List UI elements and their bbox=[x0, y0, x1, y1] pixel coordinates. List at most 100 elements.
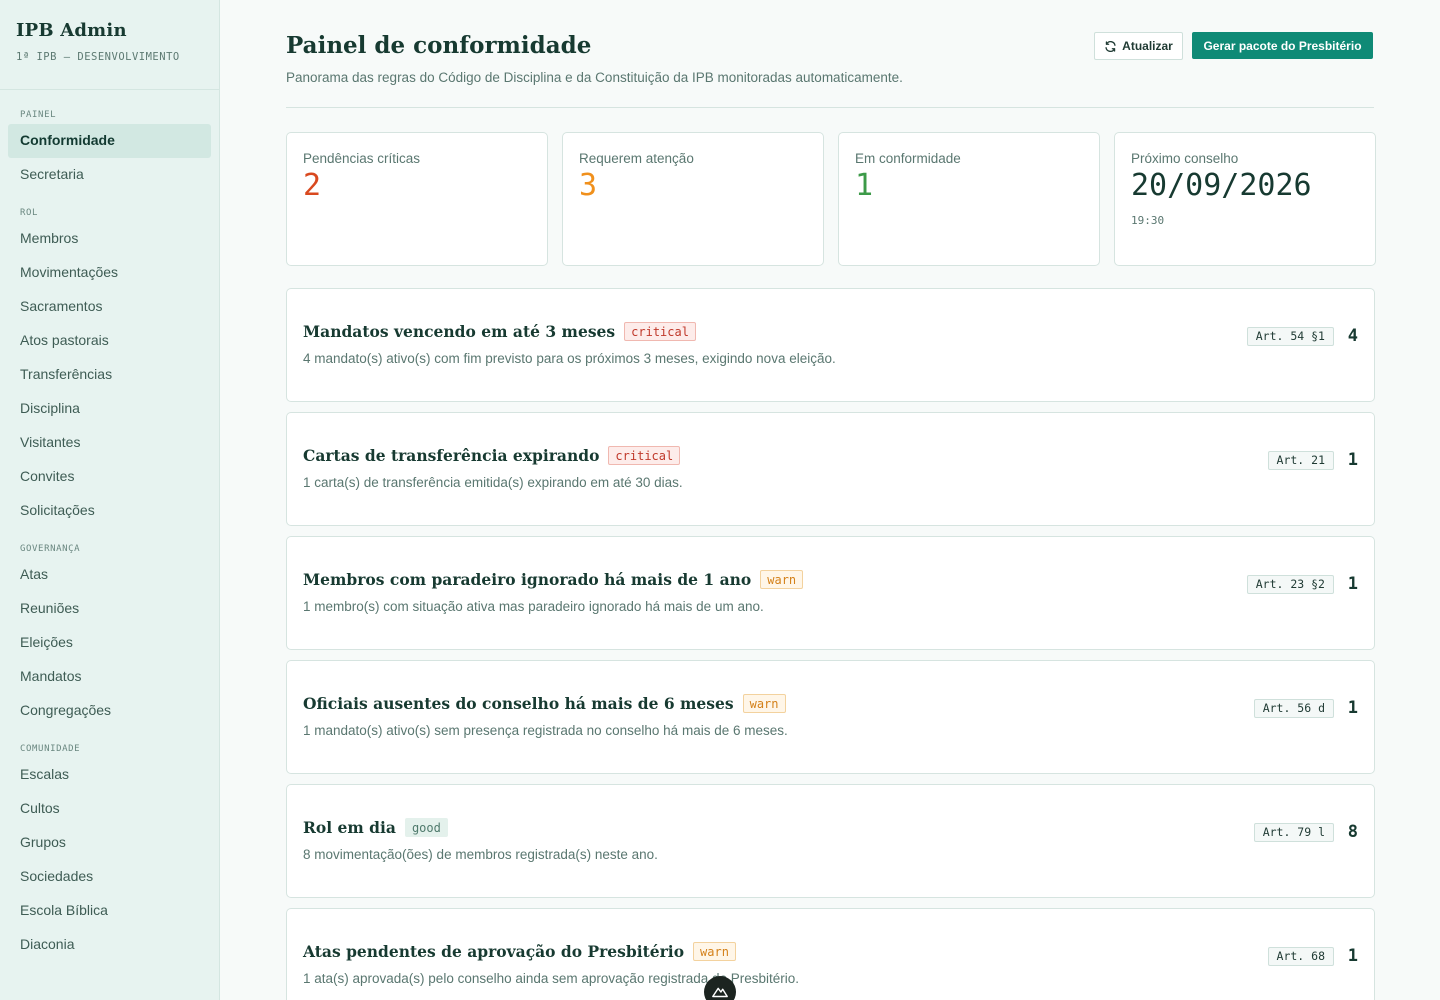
brand-title: IPB Admin bbox=[16, 20, 127, 41]
sidebar-item[interactable]: Sociedades bbox=[8, 860, 211, 894]
rule-title: Rol em dia bbox=[303, 818, 396, 837]
rule-title: Oficiais ausentes do conselho há mais de… bbox=[303, 694, 734, 713]
article-tag: Art. 23 §2 bbox=[1246, 574, 1334, 594]
sidebar-item[interactable]: Eleições bbox=[8, 626, 211, 660]
sidebar-item[interactable]: Mandatos bbox=[8, 660, 211, 694]
rule-title: Membros com paradeiro ignorado há mais d… bbox=[303, 570, 752, 589]
devtools-toggle-button[interactable] bbox=[704, 976, 736, 1000]
rule-title-row: Mandatos vencendo em até 3 meses critica… bbox=[303, 322, 696, 341]
rule-meta: Art. 68 1 bbox=[1267, 946, 1358, 966]
mountain-logo-icon bbox=[712, 987, 728, 998]
article-tag: Art. 79 l bbox=[1253, 822, 1334, 842]
brand: IPB Admin 1ª IPB — DESENVOLVIMENTO bbox=[0, 0, 219, 90]
stat-label: Pendências críticas bbox=[303, 151, 421, 166]
rule-description: 4 mandato(s) ativo(s) com fim previsto p… bbox=[303, 351, 836, 366]
rule-meta: Art. 79 l 8 bbox=[1253, 822, 1358, 842]
next-council-date: 20/09/2026 bbox=[1131, 168, 1312, 203]
sidebar-item[interactable]: Diaconia bbox=[8, 928, 211, 962]
rule-description: 8 movimentação(ões) de membros registrad… bbox=[303, 847, 658, 862]
rule-count: 1 bbox=[1347, 450, 1358, 470]
stat-critical: Pendências críticas 2 bbox=[286, 132, 548, 266]
stat-label: Próximo conselho bbox=[1131, 151, 1239, 166]
rule-count: 1 bbox=[1347, 698, 1358, 718]
rule-card[interactable]: Membros com paradeiro ignorado há mais d… bbox=[286, 536, 1375, 650]
rule-card[interactable]: Oficiais ausentes do conselho há mais de… bbox=[286, 660, 1375, 774]
rule-meta: Art. 56 d 1 bbox=[1253, 698, 1358, 718]
stat-attention: Requerem atenção 3 bbox=[562, 132, 824, 266]
rule-meta: Art. 54 §1 4 bbox=[1246, 326, 1358, 346]
sidebar: IPB Admin 1ª IPB — DESENVOLVIMENTO PAINE… bbox=[0, 0, 220, 1000]
severity-badge: warn bbox=[760, 570, 804, 589]
main-content: Painel de conformidade Panorama das regr… bbox=[286, 0, 1376, 1000]
severity-badge: critical bbox=[624, 322, 696, 341]
sidebar-item[interactable]: Congregações bbox=[8, 694, 211, 728]
sidebar-item[interactable]: Cultos bbox=[8, 792, 211, 826]
rule-count: 4 bbox=[1347, 326, 1358, 346]
sidebar-item[interactable]: Conformidade bbox=[8, 124, 211, 158]
rule-count: 1 bbox=[1347, 574, 1358, 594]
page-title: Painel de conformidade bbox=[286, 32, 592, 59]
refresh-icon bbox=[1105, 40, 1116, 52]
page-description: Panorama das regras do Código de Discipl… bbox=[286, 70, 903, 85]
refresh-button[interactable]: Atualizar bbox=[1094, 32, 1183, 60]
rule-description: 1 membro(s) com situação ativa mas parad… bbox=[303, 599, 764, 614]
rule-description: 1 mandato(s) ativo(s) sem presença regis… bbox=[303, 723, 788, 738]
stat-next-council: Próximo conselho 20/09/2026 19:30 bbox=[1114, 132, 1376, 266]
nav-section-title: ROL bbox=[20, 208, 39, 218]
nav-section-title: GOVERNANÇA bbox=[20, 544, 81, 554]
sidebar-item[interactable]: Disciplina bbox=[8, 392, 211, 426]
sidebar-item[interactable]: Transferências bbox=[8, 358, 211, 392]
rule-card[interactable]: Atas pendentes de aprovação do Presbitér… bbox=[286, 908, 1375, 1000]
severity-badge: good bbox=[404, 818, 448, 837]
rule-card[interactable]: Cartas de transferência expirando critic… bbox=[286, 412, 1375, 526]
sidebar-item[interactable]: Atas bbox=[8, 558, 211, 592]
stat-label: Em conformidade bbox=[855, 151, 961, 166]
nav-section-title: COMUNIDADE bbox=[20, 744, 81, 754]
severity-badge: warn bbox=[742, 694, 786, 713]
rule-title-row: Rol em dia good bbox=[303, 818, 448, 837]
article-tag: Art. 54 §1 bbox=[1246, 326, 1334, 346]
rule-title-row: Cartas de transferência expirando critic… bbox=[303, 446, 681, 465]
rule-description: 1 carta(s) de transferência emitida(s) e… bbox=[303, 475, 683, 490]
article-tag: Art. 56 d bbox=[1253, 698, 1334, 718]
sidebar-item[interactable]: Reuniões bbox=[8, 592, 211, 626]
nav-section-title: PAINEL bbox=[20, 110, 57, 120]
generate-package-button[interactable]: Gerar pacote do Presbitério bbox=[1192, 32, 1373, 59]
sidebar-item[interactable]: Escola Bíblica bbox=[8, 894, 211, 928]
next-council-time: 19:30 bbox=[1131, 214, 1165, 227]
rule-count: 8 bbox=[1347, 822, 1358, 842]
rule-card[interactable]: Mandatos vencendo em até 3 meses critica… bbox=[286, 288, 1375, 402]
rule-meta: Art. 21 1 bbox=[1267, 450, 1358, 470]
sidebar-item[interactable]: Movimentações bbox=[8, 256, 211, 290]
article-tag: Art. 21 bbox=[1267, 450, 1334, 470]
severity-badge: critical bbox=[608, 446, 681, 465]
sidebar-item[interactable]: Membros bbox=[8, 222, 211, 256]
rule-title: Mandatos vencendo em até 3 meses bbox=[303, 322, 616, 341]
rule-title: Atas pendentes de aprovação do Presbitér… bbox=[303, 942, 685, 961]
brand-subtitle: 1ª IPB — DESENVOLVIMENTO bbox=[16, 51, 180, 63]
sidebar-item[interactable]: Visitantes bbox=[8, 426, 211, 460]
sidebar-item[interactable]: Sacramentos bbox=[8, 290, 211, 324]
sidebar-item[interactable]: Escalas bbox=[8, 758, 211, 792]
severity-badge: warn bbox=[693, 942, 736, 961]
sidebar-nav: PAINEL Conformidade Secretaria ROL Membros Mo… bbox=[0, 90, 219, 962]
rule-card[interactable]: Rol em dia good 8 movimentação(ões) de m… bbox=[286, 784, 1375, 898]
stats-row: Pendências críticas 2 Requerem atenção 3… bbox=[286, 132, 1376, 266]
stat-label: Requerem atenção bbox=[579, 151, 694, 166]
rule-title-row: Atas pendentes de aprovação do Presbitér… bbox=[303, 942, 736, 961]
sidebar-item[interactable]: Grupos bbox=[8, 826, 211, 860]
sidebar-item[interactable]: Convites bbox=[8, 460, 211, 494]
rules-list: Mandatos vencendo em até 3 meses critica… bbox=[286, 288, 1375, 1000]
sidebar-item[interactable]: Secretaria bbox=[8, 158, 211, 192]
rule-count: 1 bbox=[1347, 946, 1358, 966]
rule-meta: Art. 23 §2 1 bbox=[1246, 574, 1358, 594]
rule-title-row: Oficiais ausentes do conselho há mais de… bbox=[303, 694, 786, 713]
page-header: Painel de conformidade Panorama das regr… bbox=[286, 0, 1374, 108]
sidebar-item[interactable]: Solicitações bbox=[8, 494, 211, 528]
stat-value: 3 bbox=[579, 168, 598, 203]
stat-value: 1 bbox=[855, 168, 874, 203]
rule-title: Cartas de transferência expirando bbox=[303, 446, 600, 465]
rule-title-row: Membros com paradeiro ignorado há mais d… bbox=[303, 570, 804, 589]
sidebar-item[interactable]: Atos pastorais bbox=[8, 324, 211, 358]
refresh-button-label: Atualizar bbox=[1122, 39, 1173, 53]
